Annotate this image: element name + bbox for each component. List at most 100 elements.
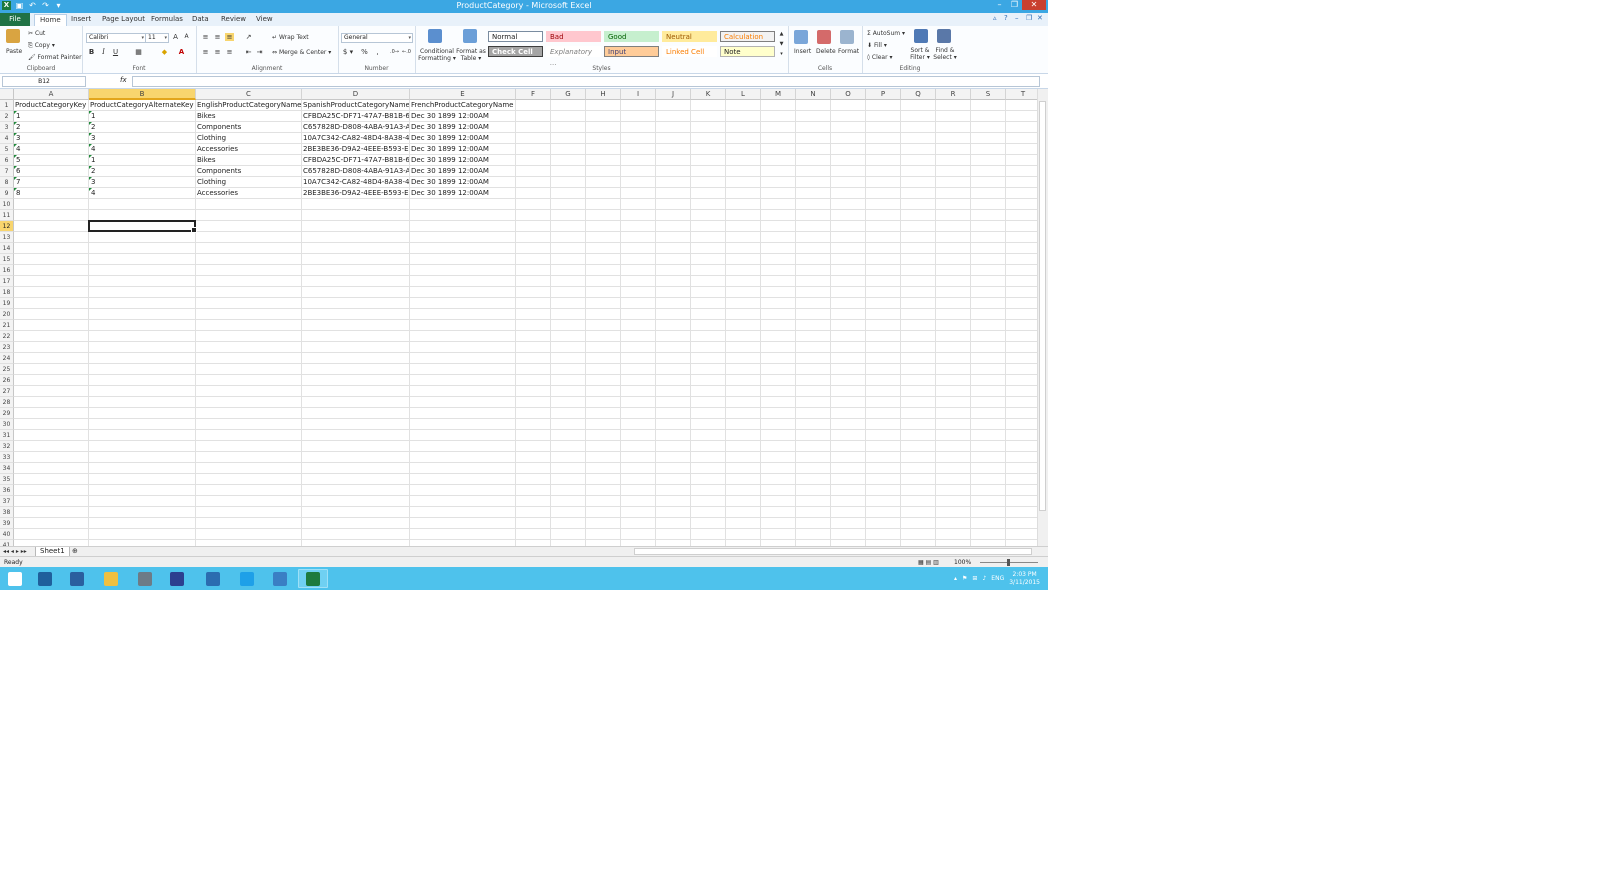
- cell-a5[interactable]: 4: [14, 144, 88, 155]
- paste-button[interactable]: Paste: [6, 48, 22, 55]
- tab-page-layout[interactable]: Page Layout: [102, 15, 145, 23]
- align-top-icon[interactable]: ≡: [201, 33, 210, 41]
- column-header-c[interactable]: C: [196, 89, 302, 100]
- help-icon[interactable]: ?: [1004, 15, 1011, 22]
- column-header-l[interactable]: L: [726, 89, 761, 100]
- cell-style-neutral[interactable]: Neutral: [662, 31, 717, 42]
- decrease-indent-icon[interactable]: ⇤: [244, 48, 253, 56]
- row-header[interactable]: 36: [0, 485, 14, 496]
- row-header[interactable]: 25: [0, 364, 14, 375]
- row-header[interactable]: 15: [0, 254, 14, 265]
- conditional-formatting-button[interactable]: Conditional Formatting ▾: [417, 48, 457, 62]
- cell-a6[interactable]: 5: [14, 155, 88, 166]
- cell-a1[interactable]: ProductCategoryKey: [14, 100, 88, 111]
- cell-c7[interactable]: Components: [196, 166, 301, 177]
- restore-button[interactable]: ❐: [1007, 0, 1022, 10]
- cell-b1[interactable]: ProductCategoryAlternateKey: [89, 100, 195, 111]
- tab-review[interactable]: Review: [221, 15, 246, 23]
- cell-style-linked-cell[interactable]: Linked Cell: [662, 46, 717, 57]
- column-header-r[interactable]: R: [936, 89, 971, 100]
- cell-style-check-cell[interactable]: Check Cell: [488, 46, 543, 57]
- horizontal-scrollbar[interactable]: [634, 548, 1032, 555]
- cell-style-normal[interactable]: Normal: [488, 31, 543, 42]
- autosum-button[interactable]: Σ AutoSum ▾: [867, 30, 905, 37]
- cell-a7[interactable]: 6: [14, 166, 88, 177]
- row-header[interactable]: 17: [0, 276, 14, 287]
- taskbar-button[interactable]: [265, 569, 295, 588]
- font-name-select[interactable]: Calibri ▾: [86, 33, 146, 43]
- cell-style-good[interactable]: Good: [604, 31, 659, 42]
- row-header[interactable]: 3: [0, 122, 14, 133]
- row-header[interactable]: 23: [0, 342, 14, 353]
- cell-a9[interactable]: 8: [14, 188, 88, 199]
- formula-input[interactable]: [132, 76, 1040, 87]
- grow-font-icon[interactable]: A: [171, 33, 180, 41]
- language-indicator[interactable]: ENG: [991, 575, 1004, 582]
- row-header[interactable]: 11: [0, 210, 14, 221]
- cell-style-bad[interactable]: Bad: [546, 31, 601, 42]
- volume-icon[interactable]: ♪: [982, 575, 986, 582]
- cell-d9[interactable]: 2BE3BE36-D9A2-4EEE-B593-ED895D97C2A6: [302, 188, 409, 199]
- align-right-icon[interactable]: ≡: [225, 48, 234, 56]
- font-size-select[interactable]: 11 ▾: [145, 33, 169, 43]
- delete-cells-icon[interactable]: [817, 30, 831, 44]
- tab-formulas[interactable]: Formulas: [151, 15, 183, 23]
- row-header[interactable]: 29: [0, 408, 14, 419]
- format-as-table-icon[interactable]: [463, 29, 477, 43]
- gallery-scroll-down-icon[interactable]: ▼: [777, 40, 786, 48]
- align-center-icon[interactable]: ≡: [213, 48, 222, 56]
- decrease-decimal-icon[interactable]: ←.0: [402, 48, 411, 56]
- row-header[interactable]: 37: [0, 496, 14, 507]
- taskbar-button[interactable]: [30, 569, 60, 588]
- row-header[interactable]: 14: [0, 243, 14, 254]
- taskbar-button[interactable]: [232, 569, 262, 588]
- font-color-icon[interactable]: A: [177, 48, 186, 56]
- close-button[interactable]: ✕: [1022, 0, 1046, 10]
- conditional-formatting-icon[interactable]: [428, 29, 442, 43]
- cell-a3[interactable]: 2: [14, 122, 88, 133]
- copy-button[interactable]: ⎘ Copy ▾: [28, 42, 55, 50]
- row-header[interactable]: 35: [0, 474, 14, 485]
- format-cells-icon[interactable]: [840, 30, 854, 44]
- tab-file[interactable]: File: [0, 13, 30, 26]
- row-header[interactable]: 34: [0, 463, 14, 474]
- row-header[interactable]: 10: [0, 199, 14, 210]
- row-header[interactable]: 31: [0, 430, 14, 441]
- column-header-d[interactable]: D: [302, 89, 410, 100]
- borders-icon[interactable]: ▦: [134, 48, 143, 56]
- select-all-corner[interactable]: [0, 89, 14, 100]
- cell-d1[interactable]: SpanishProductCategoryName: [302, 100, 409, 111]
- column-header-q[interactable]: Q: [901, 89, 936, 100]
- cell-style-calculation[interactable]: Calculation: [720, 31, 775, 42]
- column-header-b[interactable]: B: [89, 89, 196, 100]
- row-header[interactable]: 39: [0, 518, 14, 529]
- taskbar-button[interactable]: [130, 569, 160, 588]
- orientation-icon[interactable]: ↗: [244, 33, 253, 41]
- taskbar-button[interactable]: [298, 569, 328, 588]
- row-header[interactable]: 7: [0, 166, 14, 177]
- currency-button[interactable]: $ ▾: [341, 48, 355, 56]
- cell-d7[interactable]: C657828D-D808-4ABA-91A3-AF2CE02300E9: [302, 166, 409, 177]
- cell-d5[interactable]: 2BE3BE36-D9A2-4EEE-B593-ED895D97C2A6: [302, 144, 409, 155]
- clear-button[interactable]: ◊ Clear ▾: [867, 54, 893, 61]
- binoculars-icon[interactable]: [937, 29, 951, 43]
- cell-style-input[interactable]: Input: [604, 46, 659, 57]
- cell-e8[interactable]: Dec 30 1899 12:00AM: [410, 177, 515, 188]
- comma-button[interactable]: ,: [373, 48, 382, 56]
- row-header[interactable]: 22: [0, 331, 14, 342]
- row-header[interactable]: 27: [0, 386, 14, 397]
- row-header[interactable]: 33: [0, 452, 14, 463]
- row-header[interactable]: 13: [0, 232, 14, 243]
- delete-button[interactable]: Delete: [816, 48, 836, 55]
- new-sheet-icon[interactable]: ⊕: [72, 547, 78, 555]
- fill-button[interactable]: ⬇ Fill ▾: [867, 42, 887, 49]
- percent-button[interactable]: %: [360, 48, 369, 56]
- row-header[interactable]: 20: [0, 309, 14, 320]
- row-header[interactable]: 38: [0, 507, 14, 518]
- cell-b8[interactable]: 3: [89, 177, 195, 188]
- workbook-close-icon[interactable]: ✕: [1037, 15, 1044, 22]
- cell-e5[interactable]: Dec 30 1899 12:00AM: [410, 144, 515, 155]
- align-middle-icon[interactable]: ≡: [213, 33, 222, 41]
- cell-e2[interactable]: Dec 30 1899 12:00AM: [410, 111, 515, 122]
- italic-button[interactable]: I: [99, 48, 108, 56]
